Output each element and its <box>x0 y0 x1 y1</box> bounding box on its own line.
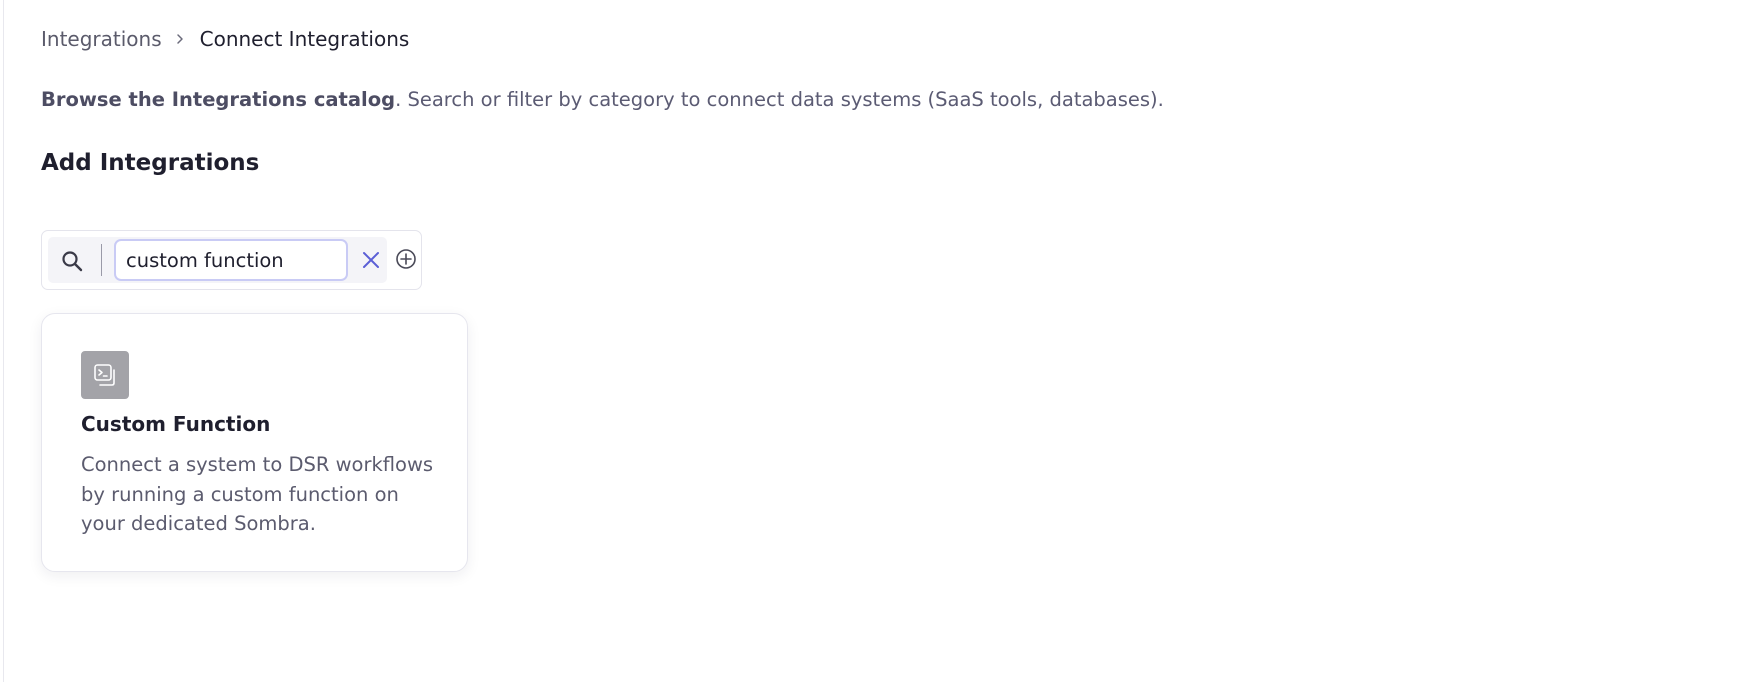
chevron-right-icon <box>176 32 186 46</box>
plus-circle-icon[interactable] <box>394 247 418 271</box>
search-input[interactable] <box>114 239 348 281</box>
terminal-icon <box>81 351 129 399</box>
integration-card-custom-function[interactable]: Custom Function Connect a system to DSR … <box>41 313 468 572</box>
search-divider <box>101 244 102 276</box>
intro-text: Browse the Integrations catalog. Search … <box>41 88 1164 111</box>
page: Integrations Connect Integrations Browse… <box>3 0 1748 682</box>
integrations-catalog-link[interactable]: Browse the Integrations catalog <box>41 88 395 111</box>
card-description: Connect a system to DSR workflows by run… <box>81 453 434 535</box>
breadcrumb-integrations-link[interactable]: Integrations <box>41 27 162 51</box>
close-icon[interactable] <box>361 250 381 270</box>
section-title: Add Integrations <box>41 150 260 176</box>
breadcrumb: Integrations Connect Integrations <box>41 24 409 54</box>
search-bar <box>41 230 422 290</box>
intro-description: . Search or filter by category to connec… <box>395 88 1164 111</box>
breadcrumb-current: Connect Integrations <box>199 27 410 51</box>
card-title: Custom Function <box>81 412 271 436</box>
search-field-container <box>48 237 387 283</box>
search-icon <box>60 249 84 273</box>
